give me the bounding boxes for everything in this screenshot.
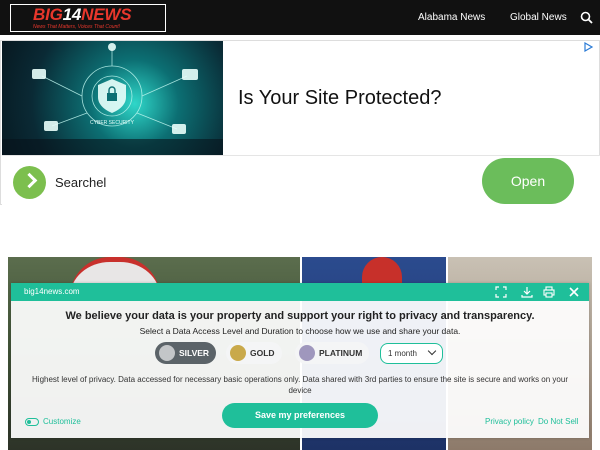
- ad-open-button[interactable]: Open: [482, 158, 574, 204]
- adchoices-icon[interactable]: [583, 42, 595, 52]
- gold-badge-icon: [230, 345, 246, 361]
- toggle-icon: [25, 418, 39, 426]
- logo-tagline: News That Matters, Voices That Count!: [33, 24, 121, 30]
- svg-text:CYBER SECURITY: CYBER SECURITY: [90, 120, 135, 126]
- duration-value: 1 month: [388, 349, 417, 358]
- dialog-domain: big14news.com: [24, 287, 80, 296]
- logo-wordmark: BIG14NEWS: [33, 5, 132, 24]
- cyber-security-illustration: CYBER SECURITY: [2, 43, 223, 155]
- ad-image: CYBER SECURITY: [2, 41, 223, 155]
- duration-select[interactable]: 1 month: [380, 343, 443, 364]
- nav-alabama-news[interactable]: Alabama News: [418, 12, 485, 23]
- dialog-titlebar: big14news.com: [11, 283, 589, 301]
- level-platinum-button[interactable]: PLATINUM: [295, 342, 369, 364]
- level-gold-label: GOLD: [250, 348, 275, 358]
- level-silver-label: SILVER: [179, 348, 210, 358]
- ad-brand-name: Searchel: [55, 175, 107, 190]
- close-icon[interactable]: [568, 286, 580, 298]
- customize-label: Customize: [43, 417, 81, 426]
- print-icon[interactable]: [543, 286, 555, 298]
- search-icon[interactable]: [580, 11, 593, 24]
- nav-global-news[interactable]: Global News: [510, 12, 567, 23]
- do-not-sell-link[interactable]: Do Not Sell: [538, 417, 578, 426]
- level-silver-button[interactable]: SILVER: [155, 342, 216, 364]
- advertisement[interactable]: CYBER SECURITY Is Your Site Protected? S…: [0, 40, 600, 205]
- ad-footer: SEARCHEL Searchel Open: [2, 155, 600, 205]
- searchel-logo: SEARCHEL: [13, 166, 47, 202]
- level-gold-button[interactable]: GOLD: [226, 342, 282, 364]
- level-platinum-label: PLATINUM: [319, 348, 363, 358]
- searchel-logo-text: SEARCHEL: [29, 198, 47, 202]
- chevron-down-icon: [427, 346, 437, 356]
- dialog-title: We believe your data is your property an…: [65, 310, 535, 322]
- privacy-policy-link[interactable]: Privacy policy: [485, 417, 534, 426]
- site-logo[interactable]: BIG14NEWS News That Matters, Voices That…: [10, 4, 166, 32]
- silver-badge-icon: [159, 345, 175, 361]
- download-icon[interactable]: [521, 286, 533, 298]
- save-preferences-button[interactable]: Save my preferences: [222, 403, 378, 428]
- platinum-badge-icon: [299, 345, 315, 361]
- level-description: Highest level of privacy. Data accessed …: [32, 375, 568, 395]
- privacy-consent-dialog: big14news.com We believe your data is yo…: [11, 283, 589, 438]
- ad-headline[interactable]: Is Your Site Protected?: [238, 87, 441, 110]
- site-header: BIG14NEWS News That Matters, Voices That…: [0, 0, 600, 35]
- expand-icon[interactable]: [495, 286, 507, 298]
- dialog-subtitle: Select a Data Access Level and Duration …: [139, 326, 461, 336]
